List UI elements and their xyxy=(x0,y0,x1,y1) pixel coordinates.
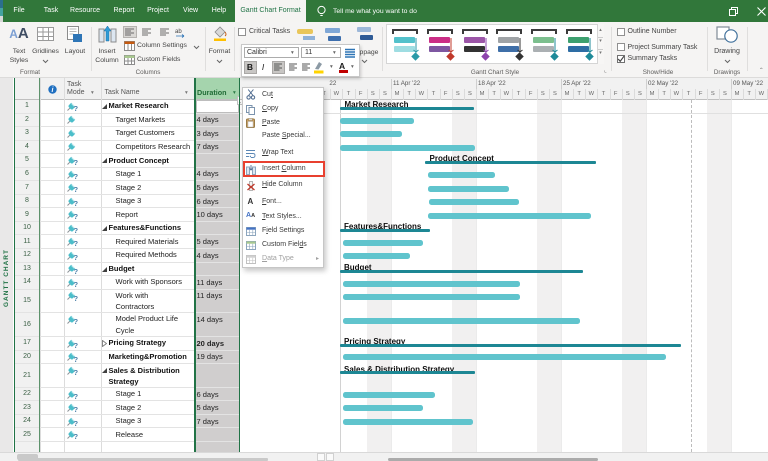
svg-text:ab: ab xyxy=(175,29,182,35)
